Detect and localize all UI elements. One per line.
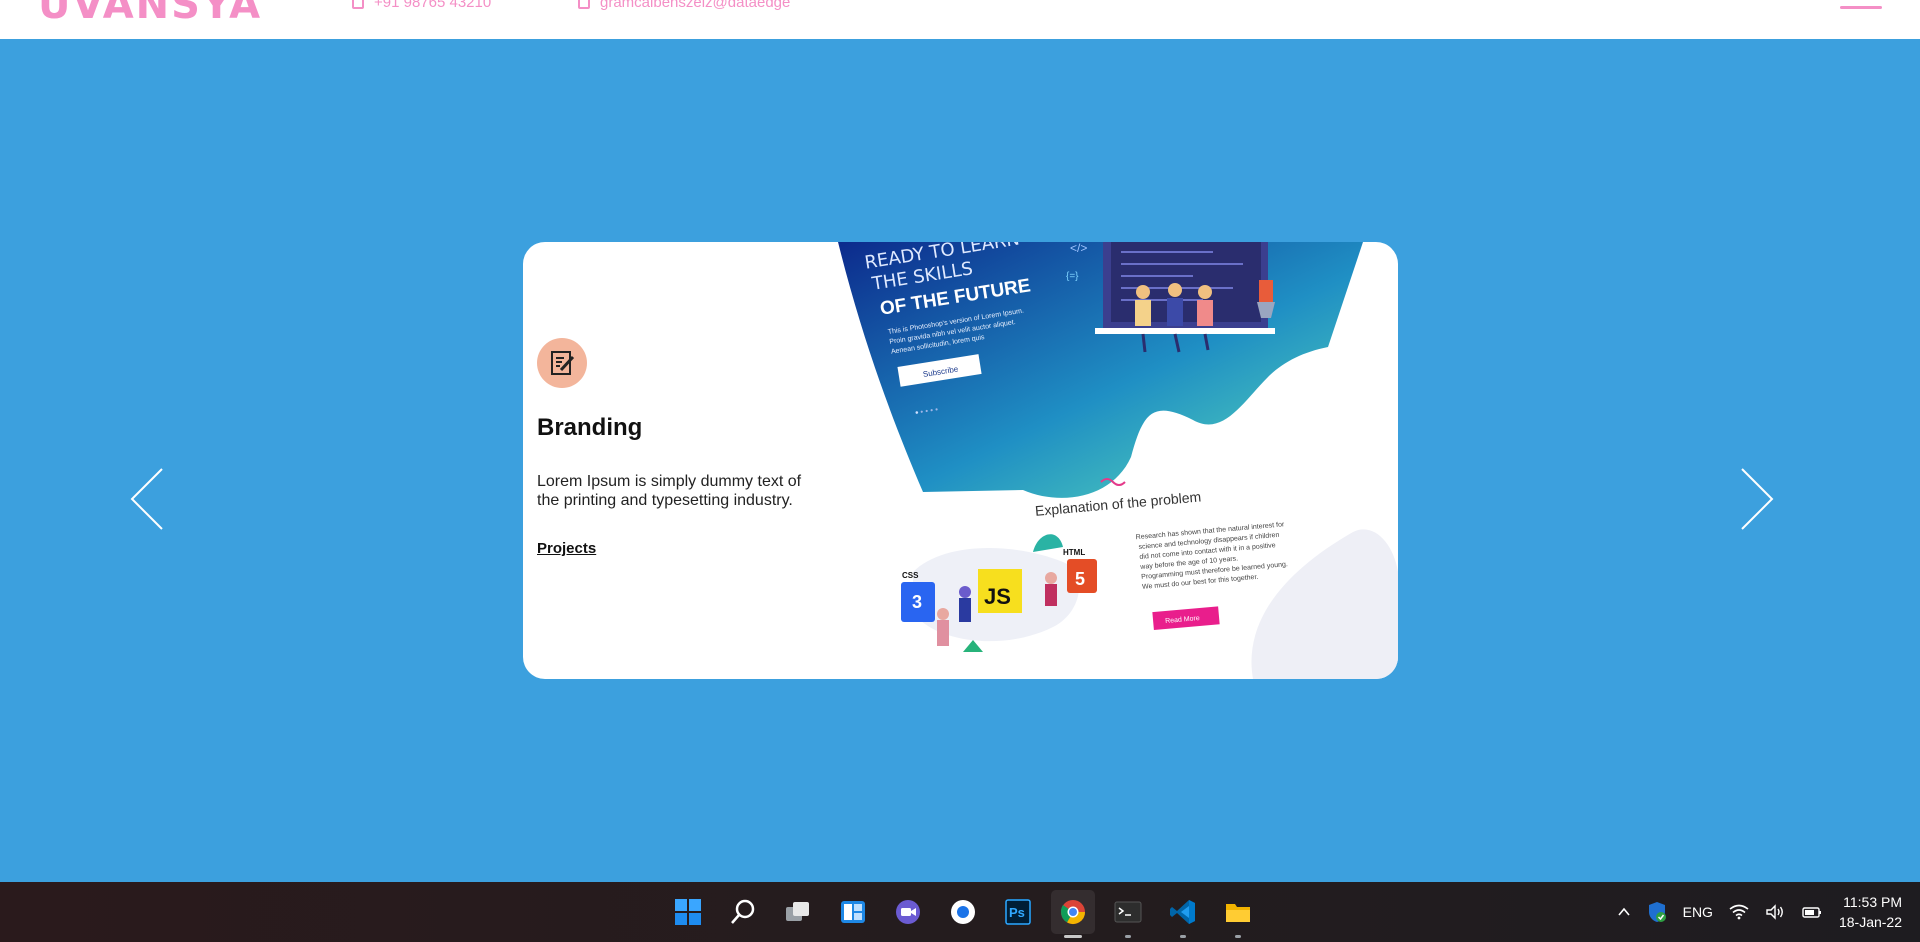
widgets-button[interactable] [831,890,875,934]
photoshop-icon: Ps [1005,899,1031,925]
chrome-button[interactable] [1051,890,1095,938]
widgets-icon [841,901,865,923]
active-indicator [1064,935,1082,938]
app-circle-button[interactable] [941,890,985,934]
os-taskbar: Ps ENG 11:53 PM 18-Jan-22 [0,882,1920,942]
terminal-button[interactable] [1106,890,1150,938]
edit-document-icon [551,351,575,375]
system-tray: ENG 11:53 PM 18-Jan-22 [1617,882,1902,942]
chevron-right-icon [1741,468,1774,530]
wifi-icon[interactable] [1729,904,1749,920]
email-contact[interactable]: gramcalbenszeiz@dataedge [578,0,790,11]
taskbar-apps: Ps [666,890,1260,938]
vscode-icon [1170,900,1195,924]
language-indicator[interactable]: ENG [1683,904,1713,920]
task-view-icon [786,902,809,921]
battery-icon[interactable] [1801,904,1823,920]
running-indicator [1125,935,1131,938]
chevron-left-icon [130,468,163,530]
menu-toggle-button[interactable] [1840,0,1882,10]
chevron-up-icon[interactable] [1617,905,1631,919]
clock-date: 18-Jan-22 [1838,914,1902,930]
folder-icon [1226,904,1250,922]
svg-text:{=}: {=} [1066,271,1079,282]
site-logo[interactable]: UVANSYA [38,0,262,28]
volume-icon[interactable] [1765,904,1785,920]
hamburger-icon [1840,6,1882,9]
search-button[interactable] [721,890,765,934]
hero-slider: Branding Lorem Ipsum is simply dummy tex… [0,39,1920,882]
service-icon-badge [537,338,587,388]
app-icon [951,900,975,924]
svg-text:Ps: Ps [1009,905,1025,920]
vscode-button[interactable] [1161,890,1205,938]
phone-number: +91 98765 43210 [374,0,492,11]
preview-css-label: CSS [902,571,919,580]
prev-slide-button[interactable] [130,459,180,539]
running-indicator [1180,935,1186,938]
task-view-button[interactable] [776,890,820,934]
file-explorer-button[interactable] [1216,890,1260,938]
slide-description: Lorem Ipsum is simply dummy text of the … [537,473,802,509]
clock-time: 11:53 PM [1843,894,1902,910]
code-icon: </> [1070,242,1087,255]
terminal-icon [1114,901,1142,923]
photoshop-button[interactable]: Ps [996,890,1040,934]
projects-link[interactable]: Projects [537,540,596,557]
security-shield-icon[interactable] [1647,901,1667,923]
next-slide-button[interactable] [1740,459,1790,539]
svg-text:5: 5 [1075,569,1085,589]
phone-contact[interactable]: +91 98765 43210 [352,0,491,11]
start-button[interactable] [666,890,710,934]
slide-card: Branding Lorem Ipsum is simply dummy tex… [523,242,1398,679]
svg-text:3: 3 [912,592,922,612]
email-address: gramcalbenszeiz@dataedge [600,0,791,11]
top-nav: UVANSYA +91 98765 43210 gramcalbenszeiz@… [0,0,1920,39]
running-indicator [1235,935,1241,938]
slide-title: Branding [537,414,643,441]
slide-card-content: Branding Lorem Ipsum is simply dummy tex… [537,338,807,558]
teams-chat-button[interactable] [886,890,930,934]
windows-logo-icon [675,899,701,925]
phone-icon [352,0,364,9]
preview-js-label: JS [984,584,1011,609]
video-chat-icon [896,900,920,924]
chrome-icon [1060,900,1085,925]
mail-icon [578,0,590,9]
preview-html-label: HTML [1063,548,1085,557]
search-icon [731,899,755,924]
website-preview-image: </> {=} READY TO LEARN THE SKILLS OF THE… [813,242,1398,679]
clock[interactable]: 11:53 PM 18-Jan-22 [1839,892,1902,932]
